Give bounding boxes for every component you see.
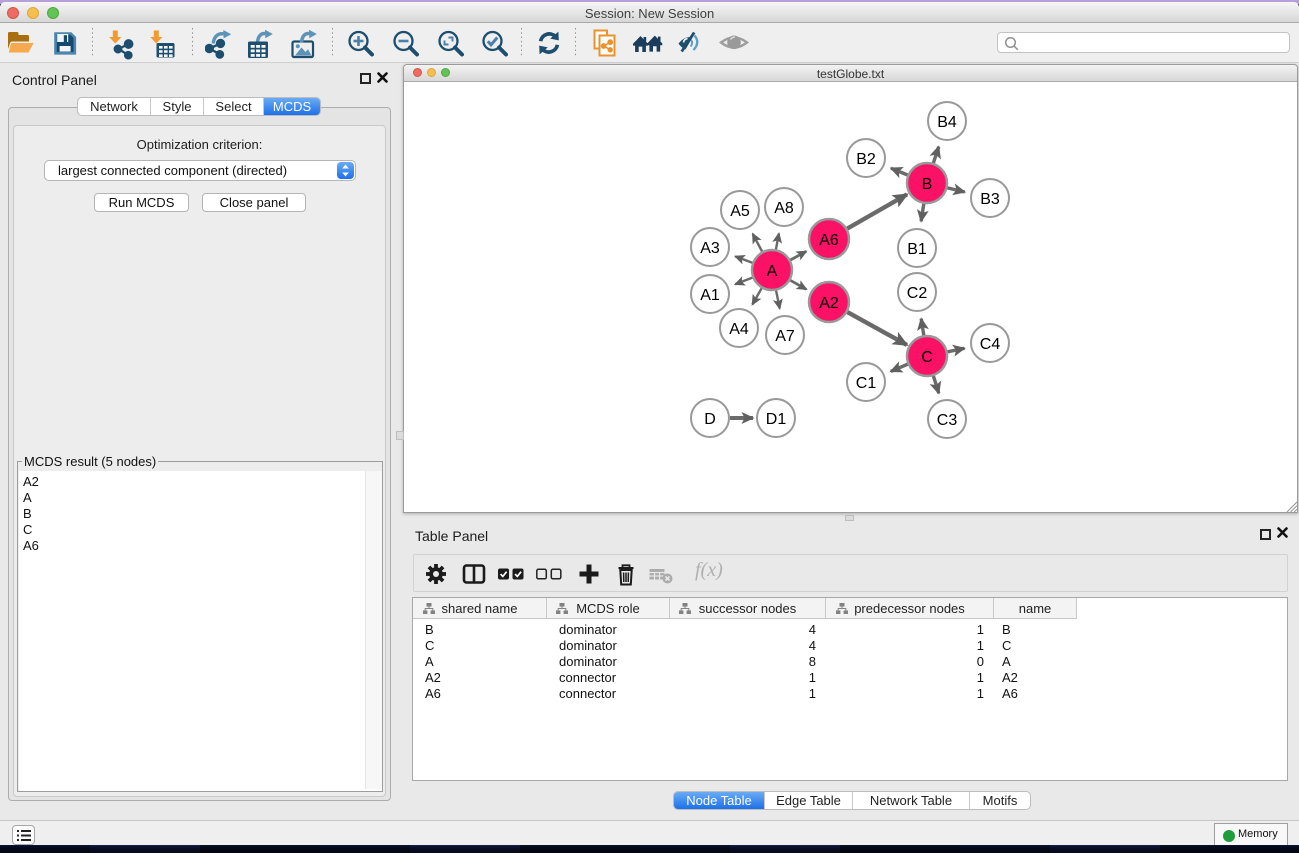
svg-text:D: D [704,411,716,428]
svg-text:C3: C3 [937,412,958,429]
svg-text:A8: A8 [774,200,794,217]
svg-text:A1: A1 [700,287,720,304]
svg-text:A6: A6 [819,232,839,249]
svg-text:B: B [922,176,933,193]
svg-text:B1: B1 [907,241,927,258]
svg-text:A7: A7 [775,328,795,345]
svg-text:C2: C2 [907,285,928,302]
svg-text:B4: B4 [937,114,957,131]
svg-text:A5: A5 [730,203,750,220]
svg-text:A: A [767,263,778,280]
svg-text:C1: C1 [856,375,877,392]
svg-text:B2: B2 [856,151,876,168]
svg-text:A2: A2 [819,295,839,312]
svg-text:C: C [921,349,933,366]
svg-text:C4: C4 [980,336,1001,353]
svg-text:D1: D1 [766,411,787,428]
svg-text:B3: B3 [980,191,1000,208]
svg-text:A4: A4 [729,321,749,338]
svg-text:A3: A3 [700,240,720,257]
